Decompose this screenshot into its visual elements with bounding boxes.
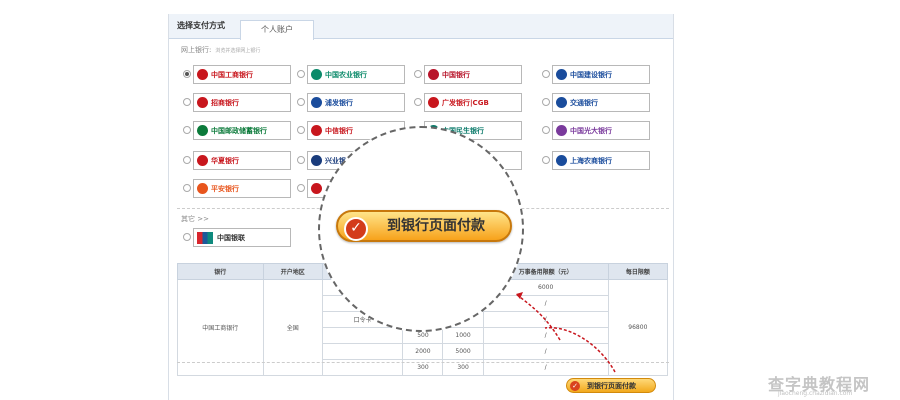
bank-logo-icon: [556, 125, 567, 136]
bank-logo-icon: [556, 69, 567, 80]
bank-radio[interactable]: [414, 98, 422, 106]
pay-small-label: 到银行页面付款: [587, 382, 636, 390]
bank-radio[interactable]: [542, 156, 550, 164]
bank-radio[interactable]: [297, 184, 305, 192]
other-label: 其它 >>: [181, 215, 209, 223]
table-header-cell: 开户地区: [262, 263, 323, 280]
bank-option-unionpay[interactable]: 中国银联: [193, 228, 291, 247]
bank-radio[interactable]: [297, 156, 305, 164]
pay-at-bank-button[interactable]: ✓ 到银行页面付款: [566, 378, 656, 393]
bank-option[interactable]: 广发银行|CGB: [424, 93, 522, 112]
bank-logo-icon: [428, 69, 439, 80]
bank-radio[interactable]: [414, 70, 422, 78]
bank-name: 中国银行: [442, 71, 470, 79]
table-cell: 1000: [442, 327, 484, 344]
bank-option[interactable]: 交通银行: [552, 93, 650, 112]
bank-name: 浦发银行: [325, 99, 353, 107]
unionpay-logo-icon: [197, 232, 213, 244]
bank-radio[interactable]: [183, 70, 191, 78]
table-cell: [321, 343, 404, 360]
bank-option[interactable]: 中国农业银行: [307, 65, 405, 84]
bank-name: 华夏银行: [211, 157, 239, 165]
table-header-cell: 每日限额: [607, 263, 669, 280]
bank-name: 中国邮政储蓄银行: [211, 127, 267, 135]
bank-name: 交通银行: [570, 99, 598, 107]
bank-radio[interactable]: [542, 70, 550, 78]
bank-name: 招商银行: [211, 99, 239, 107]
bank-radio[interactable]: [183, 98, 191, 106]
bank-option[interactable]: 华夏银行: [193, 151, 291, 170]
bank-option[interactable]: 中国银行: [424, 65, 522, 84]
bank-option[interactable]: 中国光大银行: [552, 121, 650, 140]
bank-logo-icon: [311, 69, 322, 80]
bank-radio[interactable]: [542, 126, 550, 134]
bank-radio[interactable]: [183, 184, 191, 192]
bank-logo-icon: [311, 155, 322, 166]
table-cell: /: [482, 295, 609, 312]
check-icon: ✓: [570, 381, 580, 391]
table-cell: /: [482, 343, 609, 360]
bank-radio[interactable]: [297, 98, 305, 106]
bank-radio[interactable]: [297, 70, 305, 78]
hint-title: 网上银行:: [181, 46, 212, 54]
bank-logo-icon: [311, 125, 322, 136]
bank-radio[interactable]: [542, 98, 550, 106]
bank-logo-icon: [197, 69, 208, 80]
bank-name: 广发银行|CGB: [442, 99, 489, 107]
bank-option[interactable]: 上海农商银行: [552, 151, 650, 170]
bank-radio[interactable]: [297, 126, 305, 134]
bank-option[interactable]: 浦发银行: [307, 93, 405, 112]
bank-option[interactable]: 中国建设银行: [552, 65, 650, 84]
bank-logo-icon: [197, 155, 208, 166]
bank-logo-icon: [311, 97, 322, 108]
bank-radio[interactable]: [183, 156, 191, 164]
bank-name: 中国光大银行: [570, 127, 612, 135]
watermark-sub: jiaocheng.chazidian.com: [778, 390, 853, 397]
pay-at-bank-button-large[interactable]: ✓ 到银行页面付款: [336, 210, 512, 242]
tab-personal-account[interactable]: 个人账户: [240, 20, 314, 40]
bank-logo-icon: [311, 183, 322, 194]
bank-logo-icon: [197, 183, 208, 194]
table-cell: /: [482, 327, 609, 344]
bank-name: 中国农业银行: [325, 71, 367, 79]
divider: [177, 362, 669, 363]
bank-name: 上海农商银行: [570, 157, 612, 165]
pay-big-label: 到银行页面付款: [387, 218, 485, 234]
bank-name: 中国建设银行: [570, 71, 612, 79]
unionpay-name: 中国银联: [217, 234, 245, 242]
unionpay-radio[interactable]: [183, 233, 191, 241]
table-cell: [321, 327, 404, 344]
bank-name: 平安银行: [211, 185, 239, 193]
bank-logo-icon: [556, 97, 567, 108]
bank-name: 中信银行: [325, 127, 353, 135]
tab-bar: 选择支付方式 个人账户: [169, 14, 673, 40]
bank-option[interactable]: 招商银行: [193, 93, 291, 112]
bank-radio[interactable]: [183, 126, 191, 134]
bank-option[interactable]: 中国工商银行: [193, 65, 291, 84]
hint-sub: 浏览并选择网上银行: [215, 48, 261, 54]
bank-logo-icon: [197, 125, 208, 136]
bank-option[interactable]: 中国邮政储蓄银行: [193, 121, 291, 140]
bank-logo-icon: [428, 97, 439, 108]
check-icon: ✓: [344, 217, 368, 241]
online-bank-hint: 网上银行: 浏览并选择网上银行: [181, 45, 260, 55]
bank-logo-icon: [556, 155, 567, 166]
table-cell: 2000: [402, 343, 444, 360]
bank-name: 中国工商银行: [211, 71, 253, 79]
bank-option[interactable]: 平安银行: [193, 179, 291, 198]
tab-payment-method: 选择支付方式: [177, 21, 225, 30]
table-cell: 5000: [442, 343, 484, 360]
table-cell: /: [482, 311, 609, 328]
bank-logo-icon: [197, 97, 208, 108]
table-header-cell: 银行: [177, 263, 264, 280]
